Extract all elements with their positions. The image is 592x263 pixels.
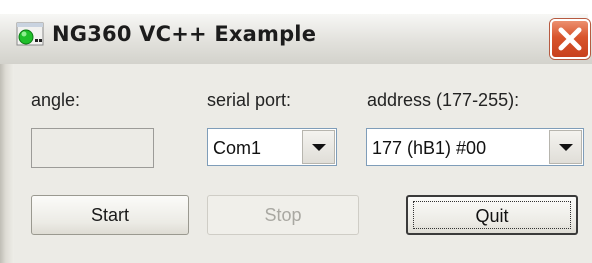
dialog-window: NG360 VC++ Example angle: serial port: a…: [0, 0, 592, 263]
serial-port-select[interactable]: Com1: [207, 128, 337, 166]
quit-button[interactable]: Quit: [406, 195, 578, 235]
address-select[interactable]: 177 (hB1) #00: [366, 128, 584, 166]
address-dropdown-button[interactable]: [549, 130, 582, 164]
window-title: NG360 VC++ Example: [52, 22, 317, 46]
angle-field: [31, 128, 154, 168]
serial-port-dropdown-button[interactable]: [302, 130, 335, 164]
chevron-down-icon: [312, 144, 326, 151]
app-icon[interactable]: [16, 22, 44, 48]
start-button[interactable]: Start: [31, 195, 189, 235]
chevron-down-icon: [559, 144, 573, 151]
address-value: 177 (hB1) #00: [372, 138, 487, 158]
stop-button[interactable]: Stop: [207, 195, 359, 235]
serial-port-label: serial port:: [207, 90, 292, 110]
serial-port-value: Com1: [213, 138, 262, 158]
angle-label: angle:: [31, 90, 81, 110]
address-label: address (177-255):: [367, 90, 520, 110]
close-button[interactable]: [550, 19, 590, 59]
